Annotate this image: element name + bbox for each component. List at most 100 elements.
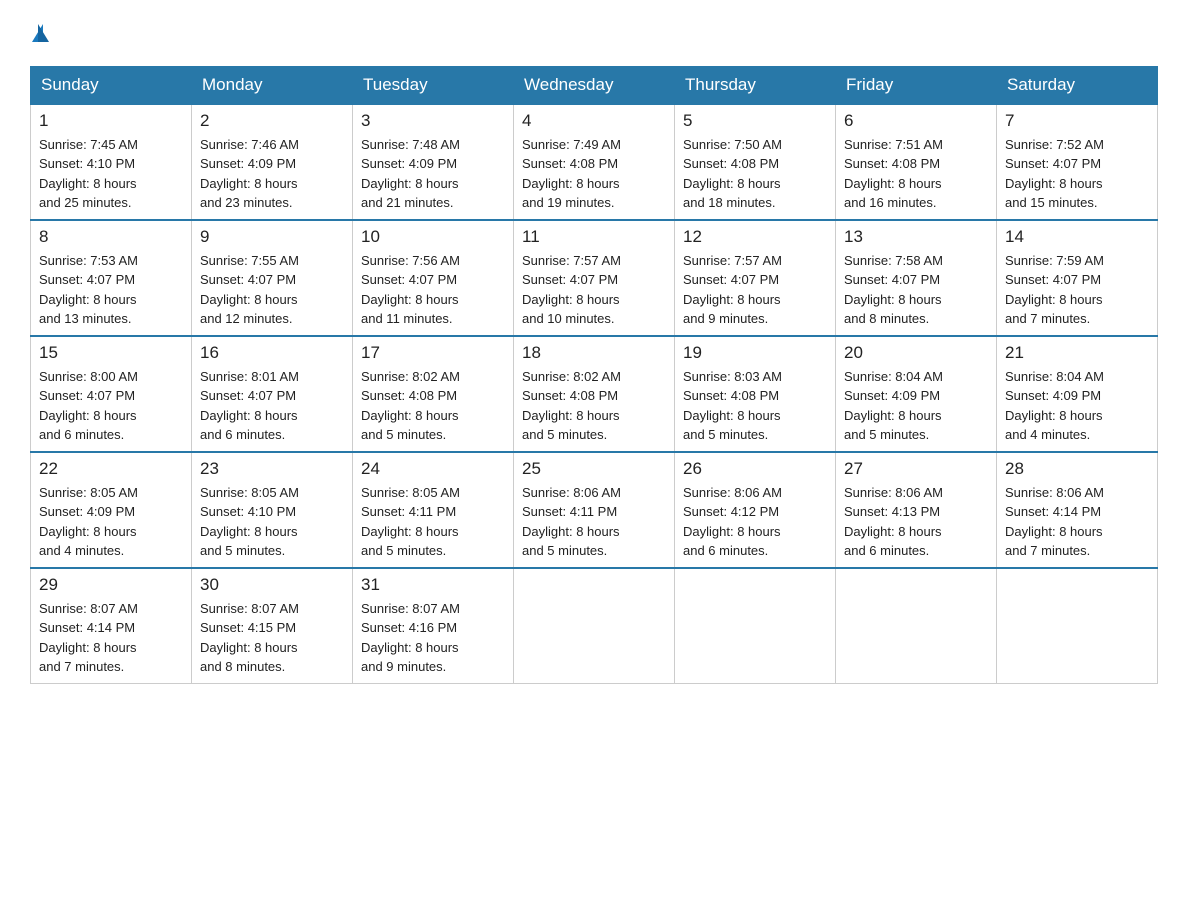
header-friday: Friday — [836, 66, 997, 104]
calendar-cell: 2 Sunrise: 7:46 AM Sunset: 4:09 PM Dayli… — [192, 104, 353, 220]
logo-blue-text — [30, 20, 49, 48]
calendar-cell: 16 Sunrise: 8:01 AM Sunset: 4:07 PM Dayl… — [192, 336, 353, 452]
week-row-4: 22 Sunrise: 8:05 AM Sunset: 4:09 PM Dayl… — [31, 452, 1158, 568]
day-info: Sunrise: 8:02 AM Sunset: 4:08 PM Dayligh… — [361, 367, 505, 445]
day-number: 12 — [683, 227, 827, 247]
header-wednesday: Wednesday — [514, 66, 675, 104]
day-info: Sunrise: 7:57 AM Sunset: 4:07 PM Dayligh… — [522, 251, 666, 329]
header-tuesday: Tuesday — [353, 66, 514, 104]
day-number: 17 — [361, 343, 505, 363]
calendar-cell: 25 Sunrise: 8:06 AM Sunset: 4:11 PM Dayl… — [514, 452, 675, 568]
calendar-cell: 12 Sunrise: 7:57 AM Sunset: 4:07 PM Dayl… — [675, 220, 836, 336]
day-number: 9 — [200, 227, 344, 247]
day-number: 23 — [200, 459, 344, 479]
day-number: 28 — [1005, 459, 1149, 479]
day-number: 16 — [200, 343, 344, 363]
day-number: 31 — [361, 575, 505, 595]
day-info: Sunrise: 7:55 AM Sunset: 4:07 PM Dayligh… — [200, 251, 344, 329]
calendar-cell: 5 Sunrise: 7:50 AM Sunset: 4:08 PM Dayli… — [675, 104, 836, 220]
calendar-cell — [997, 568, 1158, 684]
day-number: 27 — [844, 459, 988, 479]
calendar-cell: 28 Sunrise: 8:06 AM Sunset: 4:14 PM Dayl… — [997, 452, 1158, 568]
header-sunday: Sunday — [31, 66, 192, 104]
calendar-cell: 10 Sunrise: 7:56 AM Sunset: 4:07 PM Dayl… — [353, 220, 514, 336]
day-number: 26 — [683, 459, 827, 479]
calendar-cell: 31 Sunrise: 8:07 AM Sunset: 4:16 PM Dayl… — [353, 568, 514, 684]
header-thursday: Thursday — [675, 66, 836, 104]
calendar-cell — [836, 568, 997, 684]
calendar-cell: 23 Sunrise: 8:05 AM Sunset: 4:10 PM Dayl… — [192, 452, 353, 568]
day-info: Sunrise: 8:07 AM Sunset: 4:15 PM Dayligh… — [200, 599, 344, 677]
calendar-cell: 20 Sunrise: 8:04 AM Sunset: 4:09 PM Dayl… — [836, 336, 997, 452]
day-number: 14 — [1005, 227, 1149, 247]
day-info: Sunrise: 7:46 AM Sunset: 4:09 PM Dayligh… — [200, 135, 344, 213]
calendar-cell: 22 Sunrise: 8:05 AM Sunset: 4:09 PM Dayl… — [31, 452, 192, 568]
day-number: 8 — [39, 227, 183, 247]
calendar-cell — [514, 568, 675, 684]
day-number: 15 — [39, 343, 183, 363]
calendar-cell: 21 Sunrise: 8:04 AM Sunset: 4:09 PM Dayl… — [997, 336, 1158, 452]
calendar-cell: 18 Sunrise: 8:02 AM Sunset: 4:08 PM Dayl… — [514, 336, 675, 452]
week-row-2: 8 Sunrise: 7:53 AM Sunset: 4:07 PM Dayli… — [31, 220, 1158, 336]
day-info: Sunrise: 7:53 AM Sunset: 4:07 PM Dayligh… — [39, 251, 183, 329]
day-number: 10 — [361, 227, 505, 247]
day-info: Sunrise: 8:05 AM Sunset: 4:10 PM Dayligh… — [200, 483, 344, 561]
day-info: Sunrise: 7:45 AM Sunset: 4:10 PM Dayligh… — [39, 135, 183, 213]
week-row-1: 1 Sunrise: 7:45 AM Sunset: 4:10 PM Dayli… — [31, 104, 1158, 220]
calendar-cell: 6 Sunrise: 7:51 AM Sunset: 4:08 PM Dayli… — [836, 104, 997, 220]
day-info: Sunrise: 7:50 AM Sunset: 4:08 PM Dayligh… — [683, 135, 827, 213]
day-info: Sunrise: 8:07 AM Sunset: 4:14 PM Dayligh… — [39, 599, 183, 677]
calendar-cell: 3 Sunrise: 7:48 AM Sunset: 4:09 PM Dayli… — [353, 104, 514, 220]
day-info: Sunrise: 8:05 AM Sunset: 4:09 PM Dayligh… — [39, 483, 183, 561]
day-number: 7 — [1005, 111, 1149, 131]
calendar-cell: 27 Sunrise: 8:06 AM Sunset: 4:13 PM Dayl… — [836, 452, 997, 568]
day-number: 24 — [361, 459, 505, 479]
day-number: 18 — [522, 343, 666, 363]
logo — [30, 20, 49, 48]
day-info: Sunrise: 7:49 AM Sunset: 4:08 PM Dayligh… — [522, 135, 666, 213]
day-number: 6 — [844, 111, 988, 131]
header-row: SundayMondayTuesdayWednesdayThursdayFrid… — [31, 66, 1158, 104]
calendar-cell: 19 Sunrise: 8:03 AM Sunset: 4:08 PM Dayl… — [675, 336, 836, 452]
calendar-cell: 8 Sunrise: 7:53 AM Sunset: 4:07 PM Dayli… — [31, 220, 192, 336]
page-header — [30, 20, 1158, 48]
day-info: Sunrise: 8:04 AM Sunset: 4:09 PM Dayligh… — [1005, 367, 1149, 445]
day-number: 1 — [39, 111, 183, 131]
calendar-cell — [675, 568, 836, 684]
week-row-3: 15 Sunrise: 8:00 AM Sunset: 4:07 PM Dayl… — [31, 336, 1158, 452]
calendar-cell: 14 Sunrise: 7:59 AM Sunset: 4:07 PM Dayl… — [997, 220, 1158, 336]
day-info: Sunrise: 8:07 AM Sunset: 4:16 PM Dayligh… — [361, 599, 505, 677]
calendar-cell: 13 Sunrise: 7:58 AM Sunset: 4:07 PM Dayl… — [836, 220, 997, 336]
day-number: 19 — [683, 343, 827, 363]
day-info: Sunrise: 7:52 AM Sunset: 4:07 PM Dayligh… — [1005, 135, 1149, 213]
logo-triangle2-icon — [38, 24, 49, 42]
calendar-cell: 1 Sunrise: 7:45 AM Sunset: 4:10 PM Dayli… — [31, 104, 192, 220]
day-info: Sunrise: 7:58 AM Sunset: 4:07 PM Dayligh… — [844, 251, 988, 329]
day-info: Sunrise: 8:06 AM Sunset: 4:12 PM Dayligh… — [683, 483, 827, 561]
calendar-cell: 29 Sunrise: 8:07 AM Sunset: 4:14 PM Dayl… — [31, 568, 192, 684]
calendar-cell: 30 Sunrise: 8:07 AM Sunset: 4:15 PM Dayl… — [192, 568, 353, 684]
day-info: Sunrise: 8:06 AM Sunset: 4:11 PM Dayligh… — [522, 483, 666, 561]
day-info: Sunrise: 7:48 AM Sunset: 4:09 PM Dayligh… — [361, 135, 505, 213]
day-number: 11 — [522, 227, 666, 247]
day-info: Sunrise: 7:59 AM Sunset: 4:07 PM Dayligh… — [1005, 251, 1149, 329]
day-info: Sunrise: 8:02 AM Sunset: 4:08 PM Dayligh… — [522, 367, 666, 445]
day-info: Sunrise: 8:03 AM Sunset: 4:08 PM Dayligh… — [683, 367, 827, 445]
day-number: 13 — [844, 227, 988, 247]
day-info: Sunrise: 8:04 AM Sunset: 4:09 PM Dayligh… — [844, 367, 988, 445]
calendar-cell: 7 Sunrise: 7:52 AM Sunset: 4:07 PM Dayli… — [997, 104, 1158, 220]
day-number: 20 — [844, 343, 988, 363]
day-info: Sunrise: 8:06 AM Sunset: 4:14 PM Dayligh… — [1005, 483, 1149, 561]
calendar-cell: 17 Sunrise: 8:02 AM Sunset: 4:08 PM Dayl… — [353, 336, 514, 452]
day-info: Sunrise: 8:06 AM Sunset: 4:13 PM Dayligh… — [844, 483, 988, 561]
calendar-table: SundayMondayTuesdayWednesdayThursdayFrid… — [30, 66, 1158, 684]
day-number: 25 — [522, 459, 666, 479]
day-number: 2 — [200, 111, 344, 131]
day-info: Sunrise: 7:51 AM Sunset: 4:08 PM Dayligh… — [844, 135, 988, 213]
calendar-cell: 4 Sunrise: 7:49 AM Sunset: 4:08 PM Dayli… — [514, 104, 675, 220]
day-info: Sunrise: 7:57 AM Sunset: 4:07 PM Dayligh… — [683, 251, 827, 329]
day-info: Sunrise: 7:56 AM Sunset: 4:07 PM Dayligh… — [361, 251, 505, 329]
week-row-5: 29 Sunrise: 8:07 AM Sunset: 4:14 PM Dayl… — [31, 568, 1158, 684]
header-saturday: Saturday — [997, 66, 1158, 104]
header-monday: Monday — [192, 66, 353, 104]
